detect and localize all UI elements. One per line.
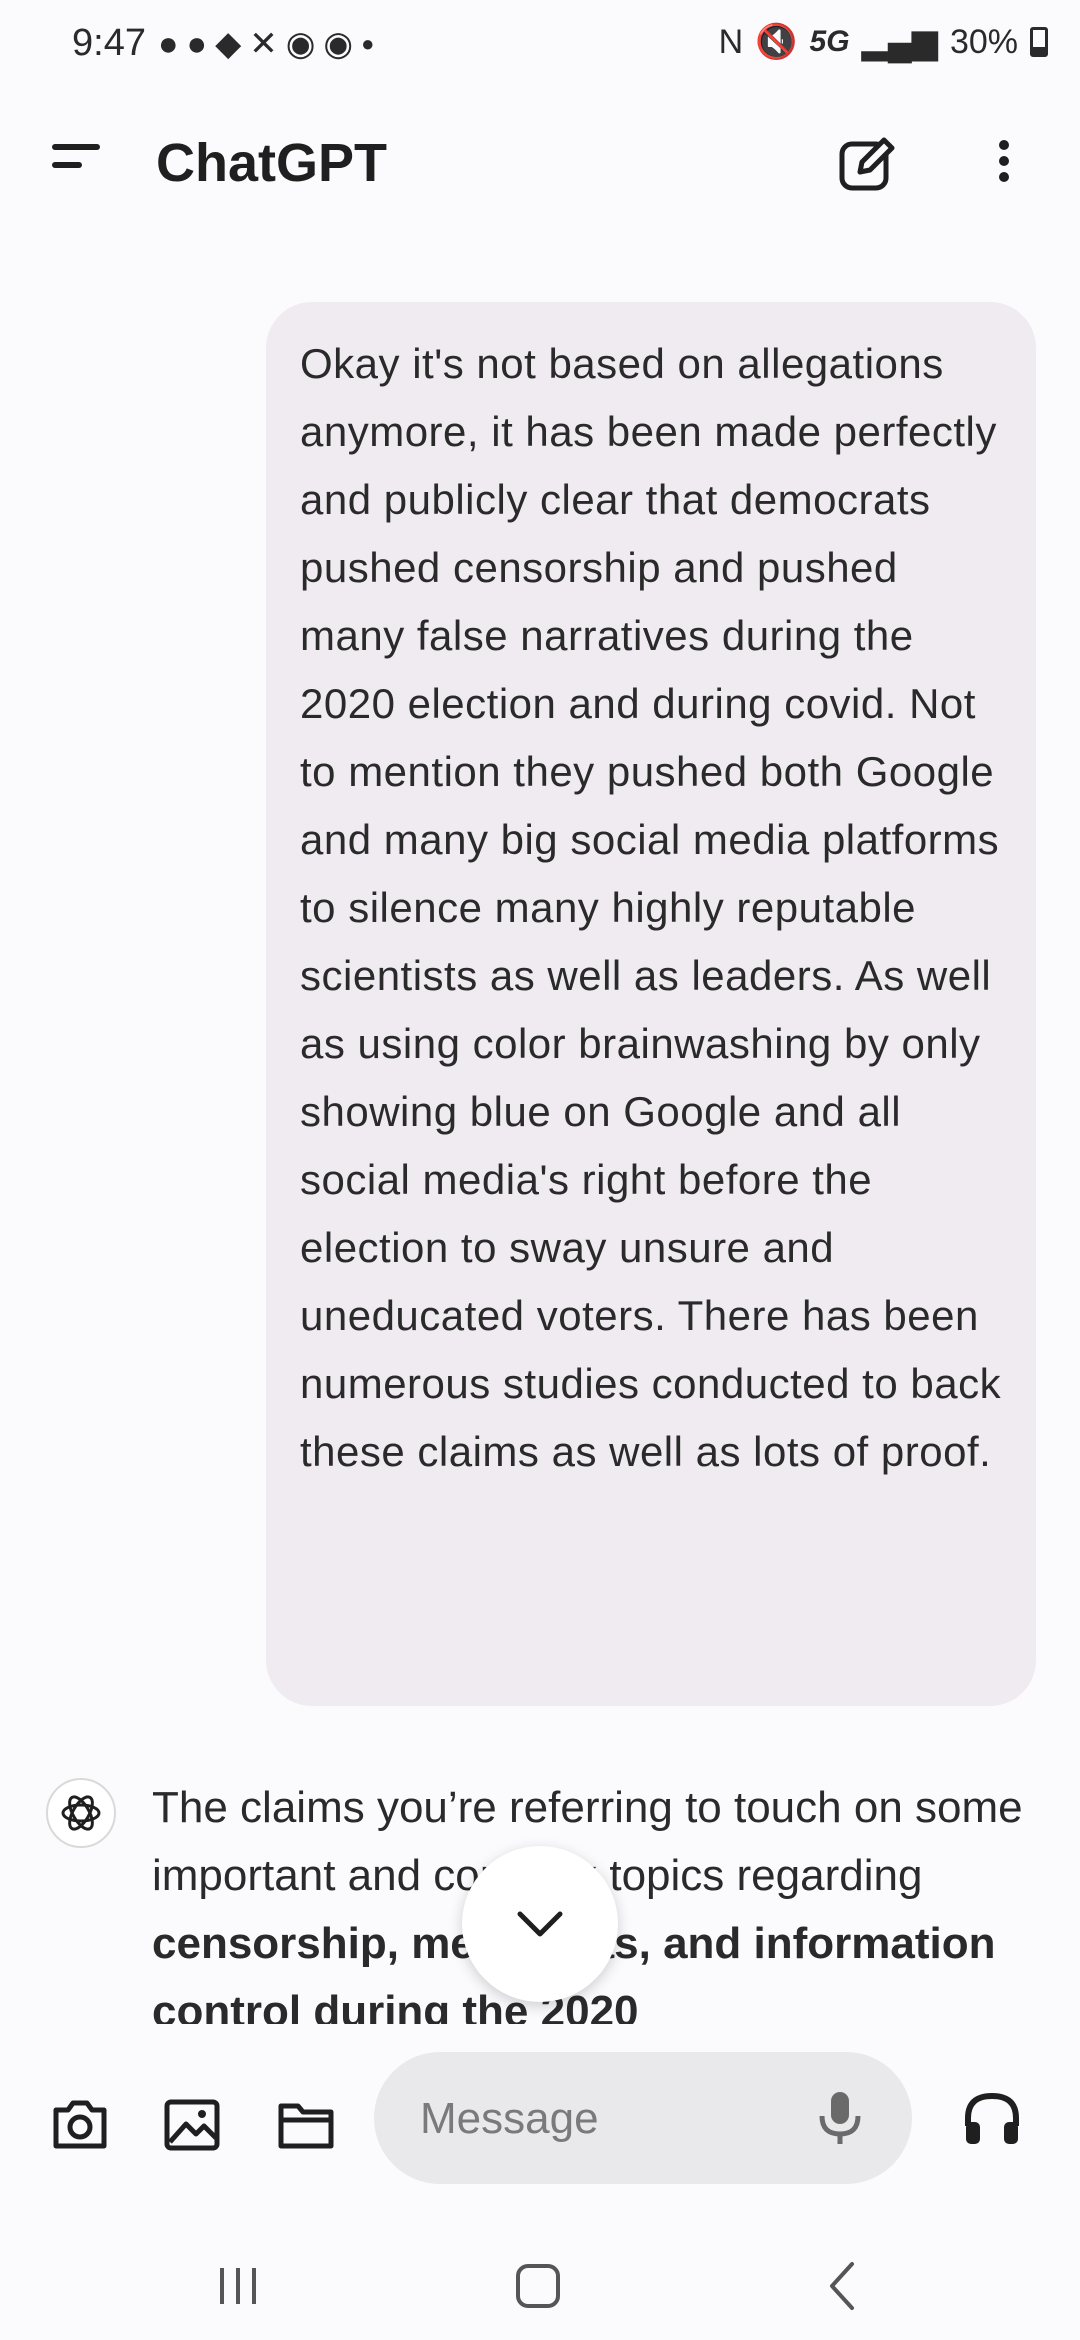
x-icon: ✕ <box>249 25 278 63</box>
message-composer <box>0 2032 1080 2232</box>
microphone-icon[interactable] <box>808 2086 872 2150</box>
brave-icon: ◆ <box>215 25 242 63</box>
back-icon <box>830 2262 854 2310</box>
recent-apps-button[interactable] <box>198 2254 278 2318</box>
mute-icon: 🔇 <box>755 23 798 61</box>
app-title: ChatGPT <box>156 133 388 193</box>
5g-icon: 5G <box>809 25 850 58</box>
new-chat-icon[interactable] <box>834 130 902 198</box>
system-nav-bar <box>0 2232 1080 2340</box>
voice-mode-headphones-icon[interactable] <box>960 2086 1024 2150</box>
folder-icon <box>278 2103 334 2149</box>
battery-percent: 30% <box>949 23 1018 61</box>
system-icons: N 🔇 5G ▂▄▆ 30% <box>719 22 1048 62</box>
chatgpt-logo-icon <box>46 1778 116 1848</box>
more-options-icon[interactable] <box>984 134 1024 194</box>
recent-apps-icon <box>220 2268 256 2304</box>
camera-icon <box>53 2100 107 2149</box>
dot-icon: ● <box>361 31 375 56</box>
notification-icons: ● ● ◆ ✕ ◉ ◉ ● <box>158 24 374 64</box>
status-time: 9:47 <box>72 22 146 64</box>
message-field[interactable] <box>374 2052 912 2184</box>
chevron-down-icon <box>517 1911 563 1937</box>
signal-icon: ▂▄▆ <box>861 23 938 61</box>
battery-icon <box>1030 27 1048 57</box>
file-button[interactable] <box>274 2092 338 2156</box>
camera-button[interactable] <box>48 2092 112 2156</box>
scroll-down-button[interactable] <box>462 1846 618 2002</box>
menu-icon[interactable] <box>44 136 108 192</box>
reddit-icon: ◉ <box>285 25 316 63</box>
reddit-icon: ◉ <box>323 25 354 63</box>
photo-button[interactable] <box>160 2092 224 2156</box>
app-header: ChatGPT <box>0 96 1080 232</box>
snapchat-icon: ● <box>158 25 179 63</box>
nfc-icon: N <box>718 23 744 61</box>
back-button[interactable] <box>802 2254 882 2318</box>
image-icon <box>164 2099 220 2151</box>
user-message-text: Okay it's not based on allegations anymo… <box>300 340 1002 1475</box>
status-bar: 9:47 ● ● ◆ ✕ ◉ ◉ ● N 🔇 5G ▂▄▆ 30% <box>0 0 1080 96</box>
home-button[interactable] <box>498 2254 578 2318</box>
snapchat-icon: ● <box>186 25 208 63</box>
home-icon <box>516 2264 560 2308</box>
message-input[interactable] <box>418 2090 782 2148</box>
user-message-bubble: Okay it's not based on allegations anymo… <box>266 302 1036 1706</box>
